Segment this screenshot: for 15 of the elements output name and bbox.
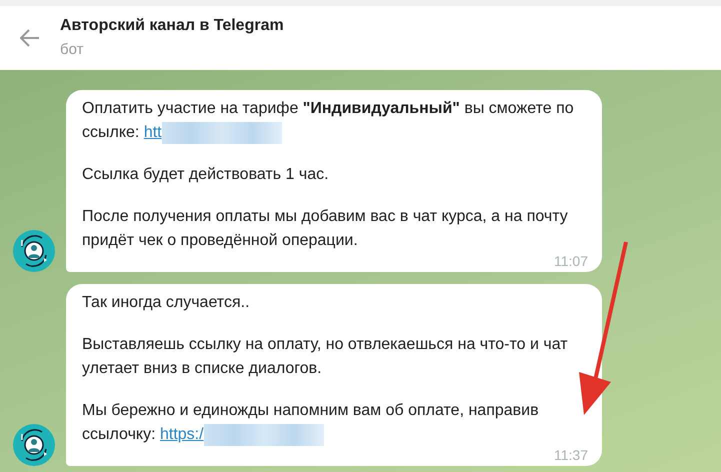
payment-link[interactable]: https:/ (160, 426, 204, 443)
chat-title: Авторский канал в Telegram (60, 16, 284, 36)
message-text: После получения оплаты мы добавим вас в чат курса, а на почту придёт чек о проведённой операции. (82, 207, 569, 251)
message-time: 11:37 (554, 447, 588, 463)
payment-link[interactable]: htt (144, 124, 162, 141)
message-text: Так иногда случается.. (82, 293, 251, 313)
bot-avatar-icon[interactable] (13, 230, 55, 272)
message-text: Оплатить участие на тарифе "Индивидуальный" вы сможете по ссылке: htt (82, 97, 588, 145)
message-time: 11:07 (554, 253, 588, 269)
message-text: Мы бережно и единожды напомним вам об оплате, направив ссылочку: https:/ (82, 399, 588, 447)
chat-subtitle: бот (60, 40, 84, 60)
message-text: Ссылка будет действовать 1 час. (82, 165, 330, 185)
back-arrow-icon[interactable] (20, 29, 40, 47)
message-text: Выставляешь ссылку на оплату, но отвлекаешься на что-то и чат улетает вниз в списке диалогов. (82, 335, 569, 379)
bot-avatar-icon[interactable] (13, 424, 55, 466)
